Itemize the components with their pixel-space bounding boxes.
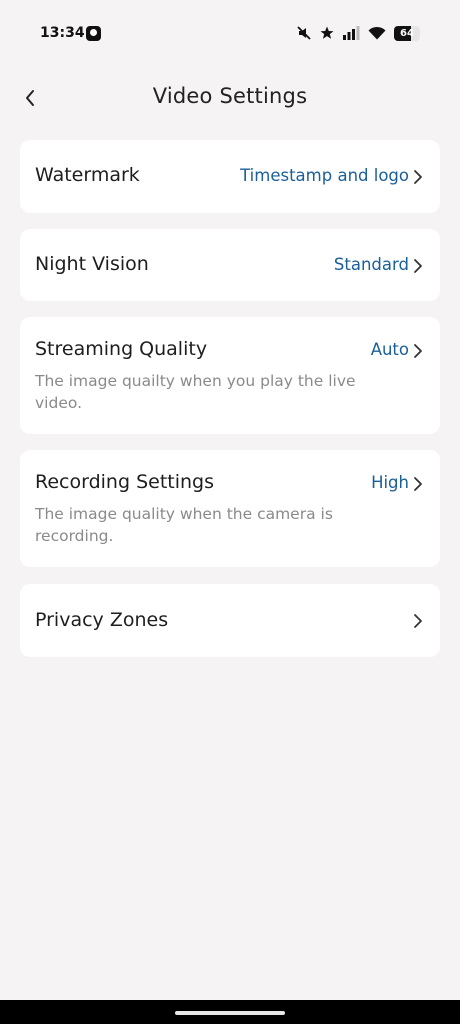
chevron-right-icon bbox=[414, 477, 422, 491]
mute-icon bbox=[296, 25, 312, 41]
app-notification-icon bbox=[86, 26, 101, 41]
setting-description: The image quality when the camera is rec… bbox=[35, 505, 333, 545]
chevron-right-icon bbox=[414, 170, 422, 184]
home-indicator[interactable] bbox=[175, 1011, 285, 1015]
night-vision-setting[interactable]: Night Vision Standard bbox=[20, 229, 440, 301]
status-bar: 13:34 64 bbox=[0, 0, 460, 68]
star-icon bbox=[320, 26, 334, 40]
screen: 13:34 64 Video Settings Watermark Timest… bbox=[0, 0, 460, 1024]
chevron-right-icon bbox=[414, 344, 422, 358]
signal-icon bbox=[342, 26, 360, 40]
battery-level: 64 bbox=[400, 27, 414, 39]
setting-title: Recording Settings bbox=[35, 471, 214, 493]
setting-value: High bbox=[371, 473, 409, 492]
chevron-right-icon bbox=[414, 614, 422, 628]
privacy-zones-setting[interactable]: Privacy Zones bbox=[20, 584, 440, 657]
setting-value: Standard bbox=[333, 255, 409, 274]
navigation-bar bbox=[0, 1000, 460, 1024]
setting-description: The image quailty when you play the live… bbox=[35, 372, 356, 412]
streaming-quality-setting[interactable]: Streaming Quality Auto The image quailty… bbox=[20, 317, 440, 434]
setting-title: Streaming Quality bbox=[35, 338, 208, 360]
chevron-right-icon bbox=[414, 259, 422, 273]
watermark-setting[interactable]: Watermark Timestamp and logo bbox=[20, 140, 440, 213]
setting-title: Privacy Zones bbox=[35, 609, 169, 631]
recording-settings-setting[interactable]: Recording Settings High The image qualit… bbox=[20, 450, 440, 567]
setting-value: Auto bbox=[370, 340, 409, 359]
wifi-icon bbox=[368, 26, 386, 40]
status-icons: 64 bbox=[296, 24, 420, 42]
page-title: Video Settings bbox=[152, 84, 308, 108]
status-time: 13:34 bbox=[40, 25, 85, 41]
header: Video Settings bbox=[0, 68, 460, 128]
setting-title: Watermark bbox=[35, 164, 140, 186]
setting-title: Night Vision bbox=[35, 253, 149, 275]
setting-value: Timestamp and logo bbox=[240, 166, 409, 185]
battery-icon: 64 bbox=[394, 25, 420, 41]
